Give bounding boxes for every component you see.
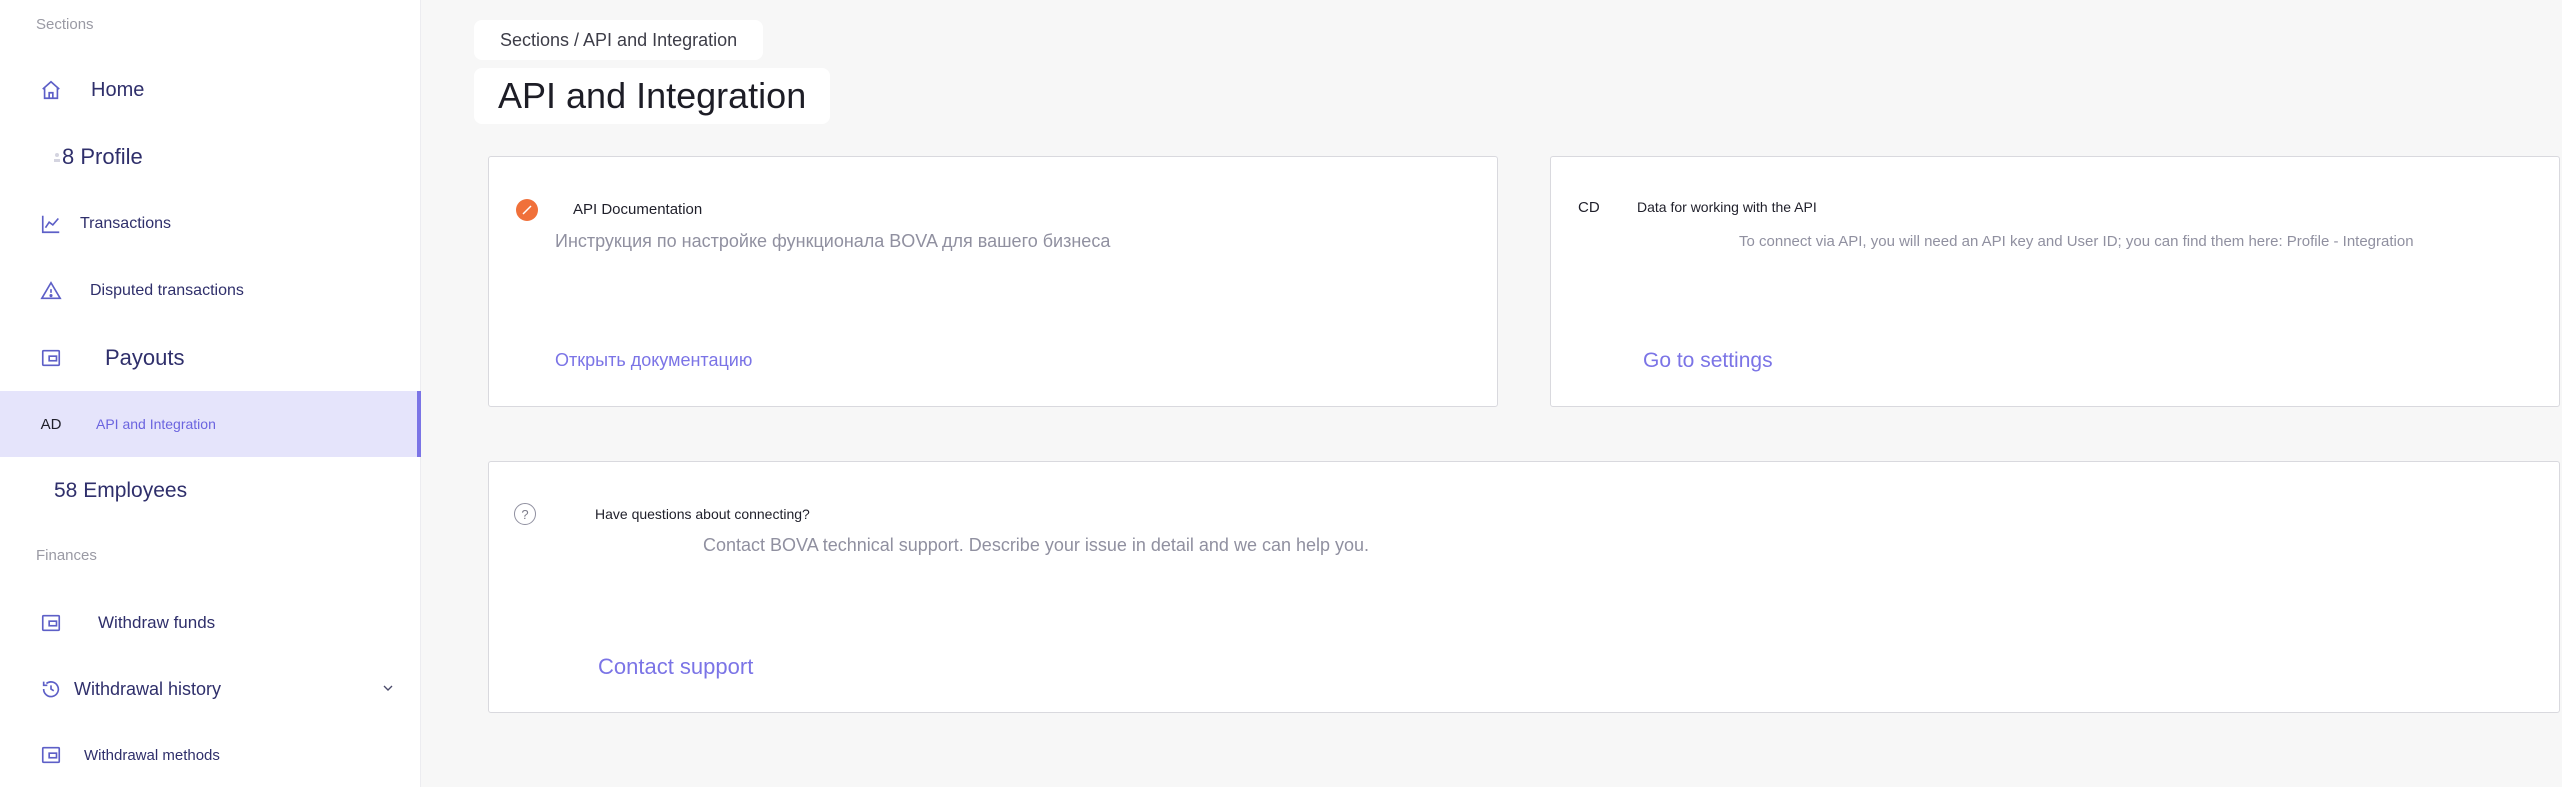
card-description: Инструкция по настройке функционала BOVA…	[555, 231, 1111, 251]
sections-label: Sections	[36, 16, 94, 33]
home-icon	[38, 77, 64, 103]
breadcrumb: Sections / API and Integration	[474, 20, 764, 60]
sidebar-item-label: API and Integration	[96, 416, 216, 432]
open-documentation-link[interactable]: Открыть документацию	[555, 350, 752, 371]
sidebar-item-payouts[interactable]: Payouts	[0, 325, 421, 391]
support-card: ? Have questions about connecting? Conta…	[488, 461, 2560, 713]
card-description: Contact BOVA technical support. Describe…	[703, 535, 1370, 555]
sidebar-item-label: Disputed transactions	[90, 282, 244, 299]
sidebar-item-transactions[interactable]: Transactions	[0, 191, 421, 257]
contact-support-link[interactable]: Contact support	[598, 654, 753, 680]
warning-icon	[38, 278, 64, 304]
sidebar: Sections Home 8 Profile Transactions Dis…	[0, 0, 421, 787]
page-title: API and Integration	[474, 68, 831, 124]
wallet-icon	[38, 742, 64, 768]
card-title: API Documentation	[573, 201, 703, 218]
sidebar-item-home[interactable]: Home	[0, 57, 421, 123]
api-integration-icon: AD	[40, 415, 62, 433]
finances-label: Finances	[36, 547, 97, 564]
sidebar-item-profile[interactable]: 8 Profile	[0, 124, 421, 190]
history-icon	[38, 676, 64, 702]
sidebar-item-api-and-integration[interactable]: AD API and Integration	[0, 391, 421, 457]
api-data-icon: CD	[1578, 199, 1600, 216]
sidebar-item-employees[interactable]: 58 Employees	[0, 458, 421, 524]
sidebar-item-label: 58 Employees	[54, 479, 188, 502]
go-to-settings-link[interactable]: Go to settings	[1643, 349, 1773, 373]
sidebar-item-withdrawal-methods[interactable]: Withdrawal methods	[0, 722, 421, 787]
sidebar-item-withdrawal-history[interactable]: Withdrawal history	[0, 656, 421, 722]
sidebar-item-label: Withdrawal history	[74, 678, 222, 699]
sidebar-item-disputed-transactions[interactable]: Disputed transactions	[0, 258, 421, 324]
api-documentation-card: API Documentation Инструкция по настройк…	[488, 156, 1498, 407]
card-description: To connect via API, you will need an API…	[1739, 233, 2414, 250]
sidebar-item-withdraw-funds[interactable]: Withdraw funds	[0, 590, 421, 656]
card-title: Data for working with the API	[1637, 199, 1817, 215]
wallet-icon	[38, 610, 64, 636]
sidebar-item-label: Withdrawal methods	[84, 746, 220, 764]
api-data-card: CD Data for working with the API To conn…	[1550, 156, 2560, 407]
card-title: Have questions about connecting?	[595, 506, 810, 522]
chart-line-icon	[38, 211, 64, 237]
question-icon: ?	[514, 503, 536, 525]
sidebar-item-label: Home	[91, 78, 145, 101]
pencil-icon	[516, 199, 538, 221]
sidebar-item-label: Withdraw funds	[98, 613, 216, 632]
chevron-down-icon[interactable]	[380, 680, 396, 701]
sidebar-item-label: 8 Profile	[62, 144, 143, 169]
wallet-icon	[38, 345, 64, 371]
sidebar-item-label: Transactions	[80, 215, 171, 232]
sidebar-item-label: Payouts	[105, 345, 185, 370]
